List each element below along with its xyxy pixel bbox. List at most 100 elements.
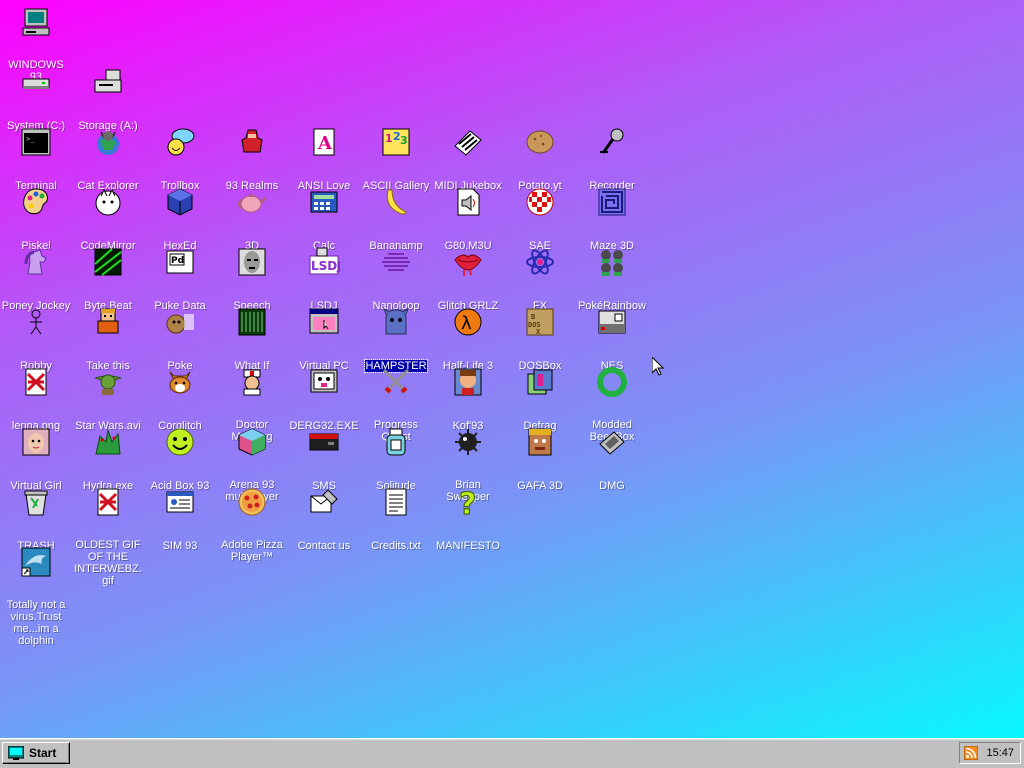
hampster-icon xyxy=(380,306,412,338)
desktop-icon-label: OLDEST GIF OF THE INTERWEBZ.gif xyxy=(74,539,142,587)
mine-icon xyxy=(452,426,484,458)
pony-icon xyxy=(20,246,52,278)
trash-icon xyxy=(20,486,52,518)
desktop-icon-manifesto[interactable]: ? MANIFESTO xyxy=(432,486,504,554)
corgi-icon xyxy=(164,366,196,398)
start-logo-icon xyxy=(8,746,24,760)
desktop-icon-solitude[interactable]: Solitude xyxy=(360,426,432,494)
desktop-icon-ascii-gallery[interactable]: 1 2 3 ASCII Gallery xyxy=(360,126,432,194)
desktop-icon-kof-93[interactable]: Kof'93 xyxy=(432,366,504,434)
taskbar: Start 15:47 xyxy=(0,738,1024,768)
virtual-pc-icon xyxy=(308,306,340,338)
desktop-icon-label: DMG xyxy=(599,480,625,492)
clock[interactable]: 15:47 xyxy=(986,743,1014,763)
desktop-icon-pok-rainbow[interactable]: PokéRainbow xyxy=(576,246,648,314)
desktop-icon-oldest-gif-of-the-interwebz-gif[interactable]: OLDEST GIF OF THE INTERWEBZ.gif xyxy=(72,486,144,589)
desktop-icon-nes[interactable]: NES xyxy=(576,306,648,374)
yoda-icon xyxy=(92,366,124,398)
desktop-icon-speech[interactable]: Speech xyxy=(216,246,288,314)
desktop-icon-lenna-png[interactable]: lenna.png xyxy=(0,366,72,434)
desktop-icon-hydra-exe[interactable]: Hydra.exe xyxy=(72,426,144,494)
gameboy-icon xyxy=(596,426,628,458)
svg-text:1: 1 xyxy=(385,132,393,145)
desktop-icon-what-if[interactable]: What If xyxy=(216,306,288,374)
desktop-icon-hexed[interactable]: HexEd xyxy=(144,186,216,254)
desktop-icon-sae[interactable]: SAE xyxy=(504,186,576,254)
desktop-icon-terminal[interactable]: >_ Terminal xyxy=(0,126,72,194)
svg-text:A: A xyxy=(317,133,333,154)
desktop-icon-potato-yt[interactable]: Potato.yt xyxy=(504,126,576,194)
desktop-icon-trollbox[interactable]: Trollbox xyxy=(144,126,216,194)
desktop-icon-take-this[interactable]: Take this xyxy=(72,306,144,374)
desktop-icon-derg32-exe[interactable]: DERG32.EXE xyxy=(288,366,360,434)
audio-file-icon xyxy=(452,186,484,218)
desktop-icon-star-wars-avi[interactable]: Star Wars.avi xyxy=(72,366,144,434)
desktop-icon-93-realms[interactable]: 93 Realms xyxy=(216,126,288,194)
start-label: Start xyxy=(29,746,57,760)
desktop-icon-gafa-3d[interactable]: GAFA 3D xyxy=(504,426,576,494)
solitude-icon xyxy=(380,426,412,458)
desktop-icon-3d[interactable]: 3D xyxy=(216,186,288,254)
desktop-icon-ansi-love[interactable]: A ANSI Love xyxy=(288,126,360,194)
calculator-icon xyxy=(308,186,340,218)
desktop-icon-contact-us[interactable]: Contact us xyxy=(288,486,360,554)
desktop-icon-puke-data[interactable]: Pd Puke Data xyxy=(144,246,216,314)
desktop-icon-half-life-3[interactable]: λ Half-Life 3 xyxy=(432,306,504,374)
desktop-icon-piskel[interactable]: Piskel xyxy=(0,186,72,254)
desktop-icon-calc[interactable]: Calc xyxy=(288,186,360,254)
gif-file-icon xyxy=(92,486,124,518)
desktop-icon-virtual-pc[interactable]: Virtual PC xyxy=(288,306,360,374)
desktop-icon-bananamp[interactable]: Bananamp xyxy=(360,186,432,254)
desktop-icon-maze-3d[interactable]: Maze 3D xyxy=(576,186,648,254)
desktop-icon-totally-not-a-virus-trust-me-im-a-dolphin[interactable]: Totally not a virus.Trust me...im a dolp… xyxy=(0,546,72,649)
desktop-icon-hampster[interactable]: HAMPSTER xyxy=(360,306,432,374)
desktop-icon-system-c[interactable]: System (C:) xyxy=(0,66,72,134)
desktop-icon-acid-box-93[interactable]: Acid Box 93 xyxy=(144,426,216,494)
take-this-icon xyxy=(92,306,124,338)
desktop-icon-g80-m3u[interactable]: G80.M3U xyxy=(432,186,504,254)
desktop-icon-fx[interactable]: FX xyxy=(504,246,576,314)
desktop-icon-credits-txt[interactable]: Credits.txt xyxy=(360,486,432,554)
desktop-icon-adobe-pizza-player[interactable]: Adobe Pizza Player™ xyxy=(216,486,288,565)
desktop-icon-dosbox[interactable]: B DOS X DOSBox xyxy=(504,306,576,374)
defrag-icon xyxy=(524,366,556,398)
desktop-icon-glitch-grlz[interactable]: Glitch GRLZ xyxy=(432,246,504,314)
text-file-icon xyxy=(380,486,412,518)
desktop-icon-cat-explorer[interactable]: Cat Explorer xyxy=(72,126,144,194)
gafa-icon xyxy=(524,426,556,458)
desktop-icon-sim-93[interactable]: SIM 93 xyxy=(144,486,216,554)
system-tray: 15:47 xyxy=(959,742,1021,764)
desktop-icon-defrag[interactable]: Defrag xyxy=(504,366,576,434)
trollbox-icon xyxy=(164,126,196,158)
desktop[interactable]: WINDOWS 93 System (C:) Storage (A:) >_ Termi… xyxy=(0,0,1024,738)
svg-text:?: ? xyxy=(459,487,476,518)
smiley-icon xyxy=(164,426,196,458)
desktop-icon-storage-a[interactable]: Storage (A:) xyxy=(72,66,144,134)
rss-icon[interactable] xyxy=(964,746,978,760)
terminal-icon: >_ xyxy=(20,126,52,158)
desktop-icon-corglitch[interactable]: Corglitch xyxy=(144,366,216,434)
desktop-icon-recorder[interactable]: Recorder xyxy=(576,126,648,194)
desktop-icon-label: Totally not a virus.Trust me...im a dolp… xyxy=(6,599,66,647)
start-button[interactable]: Start xyxy=(2,742,70,764)
cube-icon xyxy=(236,426,268,458)
desktop-icon-codemirror[interactable]: CodeMirror xyxy=(72,186,144,254)
svg-text:Pd: Pd xyxy=(171,256,184,266)
codemirror-icon xyxy=(92,186,124,218)
bytebeat-icon xyxy=(92,246,124,278)
desktop-icon-poke[interactable]: Poke xyxy=(144,306,216,374)
mouse-cursor-icon xyxy=(652,357,664,376)
desktop-icon-trash[interactable]: TRASH xyxy=(0,486,72,554)
stick-figure-icon xyxy=(20,306,52,338)
desktop-icon-midi-jukebox[interactable]: MIDI Jukebox xyxy=(432,126,504,194)
computer-icon xyxy=(20,6,52,38)
desktop-icon-dmg[interactable]: DMG xyxy=(576,426,648,494)
dolphin-icon xyxy=(20,546,52,578)
desktop-icon-lsdj[interactable]: LSDJ LSDJ xyxy=(288,246,360,314)
desktop-icon-virtual-girl[interactable]: Virtual Girl xyxy=(0,426,72,494)
desktop-icon-nanoloop[interactable]: Nanoloop xyxy=(360,246,432,314)
desktop-icon-robby[interactable]: Robby xyxy=(0,306,72,374)
desktop-icon-poney-jockey[interactable]: Poney Jockey xyxy=(0,246,72,314)
desktop-icon-sms[interactable]: SMS xyxy=(288,426,360,494)
desktop-icon-byte-beat[interactable]: Byte Beat xyxy=(72,246,144,314)
